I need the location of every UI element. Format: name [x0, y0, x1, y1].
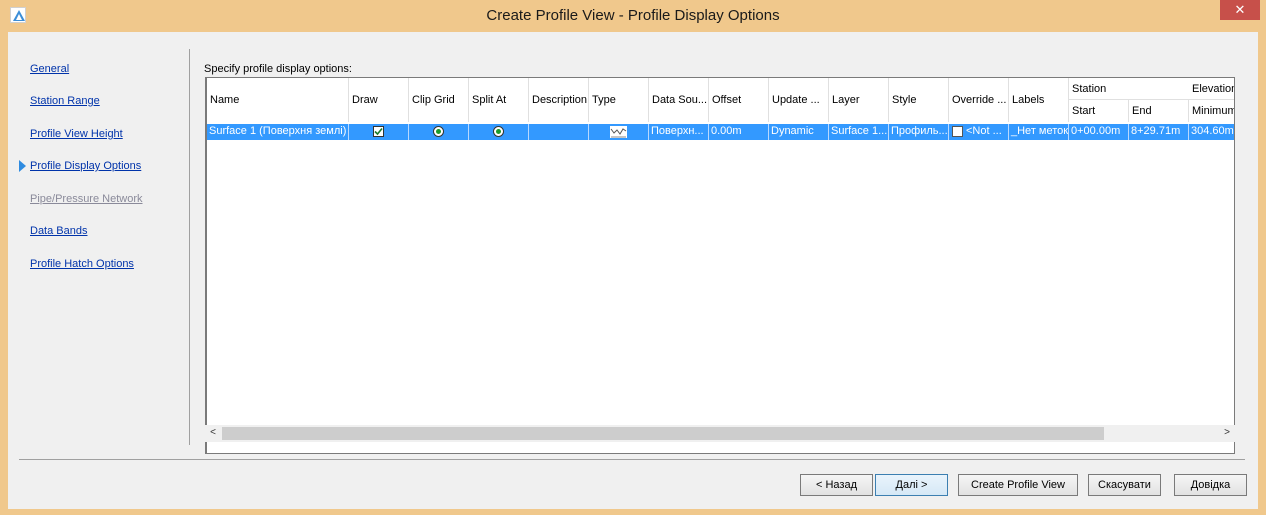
cell-offset[interactable]: 0.00m: [709, 124, 769, 140]
col-group-elevation: Elevation: [1189, 78, 1234, 100]
window-title: Create Profile View - Profile Display Op…: [486, 7, 780, 24]
col-header-labels[interactable]: Labels: [1009, 78, 1069, 122]
create-profile-view-button[interactable]: Create Profile View: [958, 474, 1078, 496]
cell-labels[interactable]: _Нет меток: [1009, 124, 1069, 140]
current-step-arrow-icon: [19, 160, 26, 172]
cell-type[interactable]: [589, 124, 649, 140]
col-header-override[interactable]: Override ...: [949, 78, 1009, 122]
cell-station-end[interactable]: 8+29.71m: [1129, 124, 1189, 140]
split-at-radio[interactable]: [493, 126, 504, 137]
override-label-text: <Not ...: [966, 125, 1002, 137]
cell-split-at[interactable]: [469, 124, 529, 140]
scroll-right-arrow-icon[interactable]: >: [1221, 427, 1233, 439]
table-row[interactable]: Surface 1 (Поверхня землі) Поверхн... 0.…: [207, 124, 1234, 140]
col-header-offset[interactable]: Offset: [709, 78, 769, 122]
cell-description[interactable]: [529, 124, 589, 140]
col-header-split-at[interactable]: Split At: [469, 78, 529, 122]
footer-divider: [19, 459, 1245, 460]
scroll-left-arrow-icon[interactable]: <: [207, 427, 219, 439]
next-button[interactable]: Далі >: [875, 474, 948, 496]
cancel-button[interactable]: Скасувати: [1088, 474, 1161, 496]
col-header-type[interactable]: Type: [589, 78, 649, 122]
col-header-data-source[interactable]: Data Sou...: [649, 78, 709, 122]
help-button[interactable]: Довідка: [1174, 474, 1247, 496]
col-header-station-end[interactable]: End: [1129, 100, 1189, 122]
nav-item-profile-display-options[interactable]: Profile Display Options: [30, 160, 141, 172]
col-group-station: Station: [1069, 78, 1189, 100]
wizard-navigation: General Station Range Profile View Heigh…: [8, 32, 188, 452]
cell-clip-grid[interactable]: [409, 124, 469, 140]
col-header-draw[interactable]: Draw: [349, 78, 409, 122]
nav-divider: [189, 49, 190, 445]
close-button[interactable]: ✕: [1220, 0, 1260, 20]
nav-item-pipe-pressure-network: Pipe/Pressure Network: [30, 193, 143, 205]
cell-override[interactable]: <Not ...: [949, 124, 1009, 140]
dialog-client-area: General Station Range Profile View Heigh…: [8, 32, 1258, 509]
col-header-station-start[interactable]: Start: [1069, 100, 1129, 122]
override-checkbox[interactable]: [952, 126, 963, 137]
scrollbar-thumb[interactable]: [222, 427, 1104, 440]
title-bar: Create Profile View - Profile Display Op…: [0, 0, 1266, 32]
cell-name[interactable]: Surface 1 (Поверхня землі): [207, 124, 349, 140]
nav-item-data-bands[interactable]: Data Bands: [30, 225, 87, 237]
col-header-clip-grid[interactable]: Clip Grid: [409, 78, 469, 122]
nav-item-station-range[interactable]: Station Range: [30, 95, 100, 107]
cell-update-mode[interactable]: Dynamic: [769, 124, 829, 140]
draw-checkbox[interactable]: [373, 126, 384, 137]
col-header-update-mode[interactable]: Update ...: [769, 78, 829, 122]
nav-item-profile-hatch-options[interactable]: Profile Hatch Options: [30, 258, 134, 270]
horizontal-scrollbar[interactable]: < >: [205, 425, 1235, 442]
cell-draw[interactable]: [349, 124, 409, 140]
profile-options-grid[interactable]: Name Draw Clip Grid Split At Description…: [205, 77, 1235, 454]
instruction-label: Specify profile display options:: [204, 63, 352, 75]
surface-profile-icon: [610, 126, 627, 138]
cell-layer[interactable]: Surface 1...: [829, 124, 889, 140]
clip-grid-radio[interactable]: [433, 126, 444, 137]
col-header-style[interactable]: Style: [889, 78, 949, 122]
nav-item-general[interactable]: General: [30, 63, 69, 75]
col-header-elevation-min[interactable]: Minimum: [1189, 100, 1234, 122]
col-header-name[interactable]: Name: [207, 78, 349, 122]
col-header-description[interactable]: Description: [529, 78, 589, 122]
back-button[interactable]: < Назад: [800, 474, 873, 496]
col-header-layer[interactable]: Layer: [829, 78, 889, 122]
cell-station-start[interactable]: 0+00.00m: [1069, 124, 1129, 140]
nav-item-profile-view-height[interactable]: Profile View Height: [30, 128, 123, 140]
cell-style[interactable]: Профиль...: [889, 124, 949, 140]
cell-data-source[interactable]: Поверхн...: [649, 124, 709, 140]
cell-elevation-min[interactable]: 304.60m: [1189, 124, 1234, 140]
